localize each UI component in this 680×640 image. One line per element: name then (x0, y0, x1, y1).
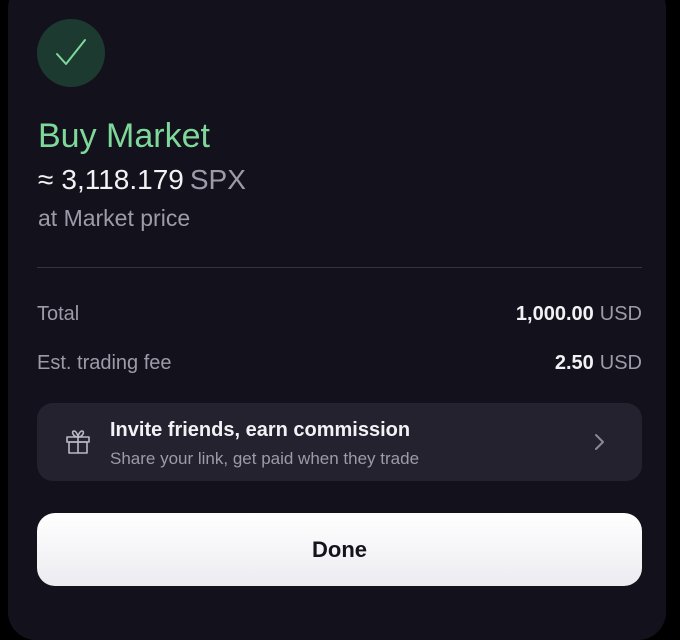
invite-friends-card[interactable]: Invite friends, earn commission Share yo… (37, 403, 642, 481)
approx-symbol: ≈ (38, 164, 54, 195)
done-button[interactable]: Done (37, 513, 642, 586)
total-value: 1,000.00 (515, 302, 594, 325)
amount-row: ≈ 3,118.179 SPX (38, 164, 246, 200)
divider (37, 267, 642, 268)
total-unit: USD (599, 302, 642, 325)
invite-title: Invite friends, earn commission (110, 419, 411, 441)
fee-row: Est. trading fee 2.50 USD (37, 348, 642, 378)
total-value-group: 1,000.00 USD (516, 303, 642, 326)
invite-subtitle: Share your link, get paid when they trad… (110, 449, 420, 468)
amount-value: 3,118.179 (61, 164, 184, 195)
total-row: Total 1,000.00 USD (37, 299, 642, 329)
chevron-right-icon (595, 434, 604, 450)
fee-unit: USD (599, 351, 642, 374)
fee-label: Est. trading fee (37, 351, 172, 374)
order-title: Buy Market (38, 117, 210, 155)
total-label: Total (37, 302, 80, 325)
fee-value: 2.50 (554, 351, 594, 374)
gift-icon (66, 430, 90, 454)
fee-value-group: 2.50 USD (555, 352, 642, 375)
success-badge (37, 19, 105, 87)
amount-unit: SPX (189, 164, 246, 195)
price-note: at Market price (38, 205, 191, 231)
checkmark-icon (56, 39, 86, 65)
